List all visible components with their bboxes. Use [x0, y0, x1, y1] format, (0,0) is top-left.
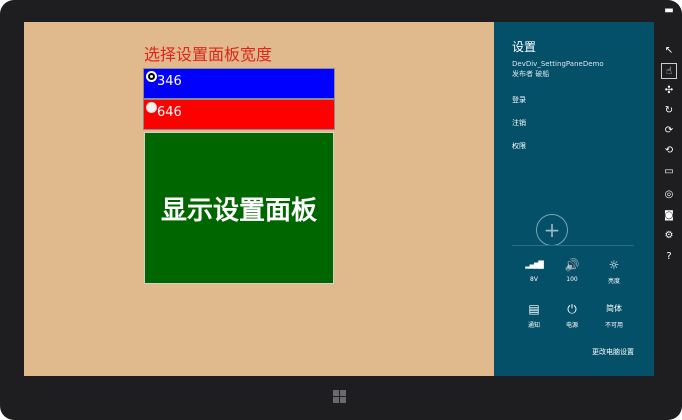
change-pc-settings-link[interactable]: 更改电脑设置 — [592, 347, 634, 357]
quick-label: 不可用 — [604, 322, 623, 329]
quick-label: 通知 — [527, 322, 540, 329]
quick-notifications[interactable]: ▤ 通知 — [514, 302, 554, 329]
quick-label: 100 — [566, 276, 578, 283]
quick-brightness[interactable]: ☼ 亮度 — [594, 258, 634, 285]
volume-icon: 🔊 — [564, 258, 580, 272]
network-icon: ▂▄▆█ — [525, 261, 544, 269]
quick-network[interactable]: ▂▄▆█ 8V — [514, 258, 554, 283]
simulator-toolbar: ▬ ↖ ☝ ✣ ↻ ⟳ ⟲ ▭ ◎ ◙ ⚙ ? — [656, 0, 682, 420]
quick-label: 电源 — [565, 322, 578, 329]
settings-icon[interactable]: ⚙ — [661, 228, 677, 244]
charm-link-logout[interactable]: 注销 — [512, 118, 526, 128]
keyboard-icon: 简体 — [606, 304, 622, 313]
quick-label: 8V — [530, 276, 538, 283]
quick-power[interactable]: ⏻ 电源 — [552, 302, 592, 329]
camera-icon[interactable]: ◙ — [661, 208, 677, 224]
radio-unselected-icon[interactable] — [146, 102, 157, 113]
quick-volume[interactable]: 🔊 100 — [552, 258, 592, 283]
plus-circle-icon[interactable]: + — [536, 214, 568, 246]
option-label: 646 — [157, 105, 182, 120]
rotate-gesture-icon[interactable]: ↻ — [661, 103, 677, 119]
rotate-counterclockwise-icon[interactable]: ⟲ — [661, 143, 677, 159]
notifications-icon: ▤ — [528, 302, 540, 316]
option-346[interactable]: 346 — [143, 68, 335, 99]
globe-icon[interactable]: ◎ — [661, 187, 677, 203]
charm-publisher: 发布者 破船 — [512, 70, 550, 78]
charm-title: 设置 — [512, 40, 537, 54]
charm-link-permission[interactable]: 权限 — [512, 141, 526, 151]
brightness-icon: ☼ — [608, 258, 620, 272]
rotate-clockwise-icon[interactable]: ⟳ — [661, 123, 677, 139]
touch-icon[interactable]: ☝ — [661, 63, 677, 79]
settings-charm-pane: 设置 DevDiv_SettingPaneDemo 发布者 破船 登录 注销 权… — [494, 22, 654, 376]
option-646[interactable]: 646 — [143, 99, 335, 130]
power-icon: ⏻ — [567, 302, 577, 316]
charm-app-name: DevDiv_SettingPaneDemo — [512, 60, 604, 68]
radio-selected-icon[interactable] — [146, 71, 157, 82]
device-frame: 选择设置面板宽度 346 646 显示设置面板 设置 DevDiv_Settin… — [0, 0, 682, 420]
charm-link-login[interactable]: 登录 — [512, 95, 526, 105]
help-icon[interactable]: ? — [661, 249, 677, 265]
option-label: 346 — [157, 74, 182, 89]
quick-label: 亮度 — [607, 278, 620, 285]
minimize-icon[interactable]: ▬ — [661, 3, 677, 19]
pinch-icon[interactable]: ✣ — [661, 83, 677, 99]
cursor-icon[interactable]: ↖ — [661, 43, 677, 59]
windows-logo-icon[interactable] — [333, 390, 347, 404]
quick-keyboard[interactable]: 简体 不可用 — [594, 302, 634, 329]
screen: 选择设置面板宽度 346 646 显示设置面板 设置 DevDiv_Settin… — [24, 22, 654, 376]
show-settings-panel-button[interactable]: 显示设置面板 — [144, 132, 334, 284]
resolution-icon[interactable]: ▭ — [661, 164, 677, 180]
divider — [512, 245, 634, 246]
app-title: 选择设置面板宽度 — [144, 45, 273, 64]
